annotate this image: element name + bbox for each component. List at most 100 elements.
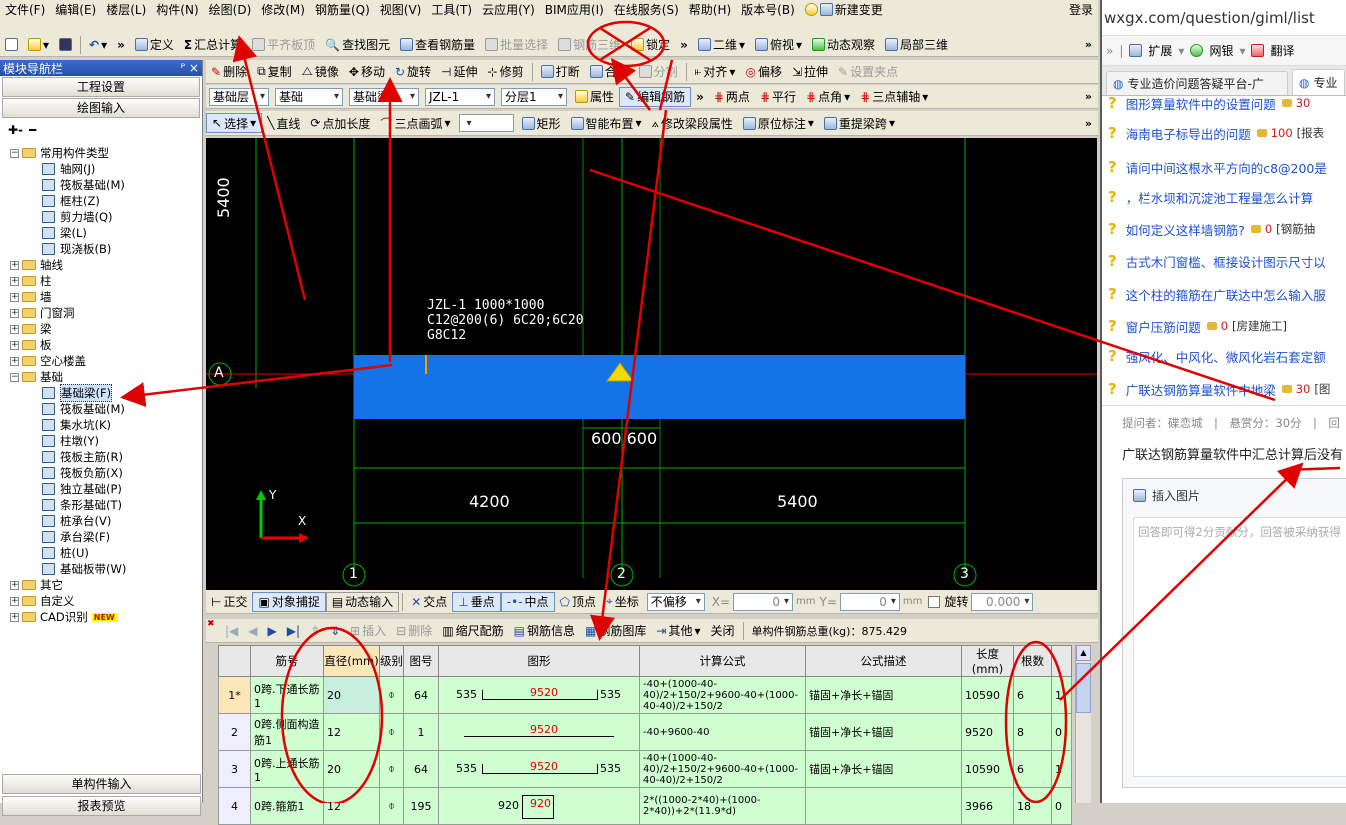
- insert-image-button[interactable]: 插入图片: [1123, 479, 1346, 511]
- count-cell[interactable]: 6: [1013, 676, 1052, 714]
- column-header[interactable]: 级别: [379, 645, 404, 677]
- diameter-cell[interactable]: 20: [323, 676, 380, 714]
- question-title[interactable]: 图形算量软件中的设置问题: [1126, 94, 1276, 113]
- tree-group-0[interactable]: + 轴线: [10, 257, 202, 273]
- question-title[interactable]: 海南电子标导出的问题: [1126, 124, 1251, 143]
- tree-item-foundation-0[interactable]: 基础梁(F): [10, 384, 202, 402]
- offset-button[interactable]: ◎ 偏移: [740, 60, 787, 83]
- grid-vscroll[interactable]: ▲: [1075, 645, 1091, 803]
- overflow-chevron[interactable]: »: [691, 85, 709, 108]
- drawing-canvas[interactable]: 5400 JZL-1 1000*1000 C12@200(6) 6C20;6C2…: [206, 138, 1097, 590]
- extend-button[interactable]: ⊣ 延伸: [436, 60, 482, 83]
- tree-group-common[interactable]: − 常用构件类型: [10, 145, 202, 161]
- intersect-snap[interactable]: ✕ 交点: [406, 590, 452, 613]
- re-extract-span-button[interactable]: 重提梁跨 ▾: [819, 111, 900, 135]
- mid-snap[interactable]: -•- 中点: [500, 591, 555, 612]
- stretch-button[interactable]: ⇲ 拉伸: [787, 60, 833, 83]
- break-button[interactable]: 打断: [536, 60, 585, 83]
- view-2d-dropdown[interactable]: 二维 ▾: [693, 33, 750, 56]
- extra-cell[interactable]: 0: [1051, 787, 1072, 825]
- login-link[interactable]: 登录: [1064, 0, 1098, 18]
- grade-cell[interactable]: ⌽: [379, 676, 404, 714]
- length-cell[interactable]: 9520: [961, 713, 1014, 751]
- question-title[interactable]: 请问中间这根水平方向的c8@200是: [1126, 158, 1327, 177]
- formula-cell[interactable]: -40+(1000-40-40)/2+150/2+9600-40+(1000-4…: [639, 750, 806, 788]
- insert-row-button[interactable]: ⊞ 插入: [345, 619, 391, 642]
- menu-element[interactable]: 构件(N): [151, 0, 203, 18]
- table-row[interactable]: 3 0跨.上通长筋1 20 ⌽ 64 535 9520 535 -40+(1000-40-40)…: [218, 750, 1072, 788]
- scroll-up-icon[interactable]: ▲: [1076, 645, 1091, 661]
- figure-no-cell[interactable]: 195: [403, 787, 439, 825]
- sum-calc-button[interactable]: Σ 汇总计算: [179, 33, 247, 56]
- perp-snap[interactable]: ⊥ 垂点: [452, 591, 501, 612]
- question-item[interactable]: ? 广联达钢筋算量软件中地梁 30 [图: [1108, 378, 1330, 400]
- tree-item-foundation-9[interactable]: 承台梁(F): [10, 529, 202, 545]
- scale-rebar-button[interactable]: ▥ 缩尺配筋: [437, 619, 508, 642]
- question-item[interactable]: ? 请问中间这根水平方向的c8@200是: [1108, 156, 1327, 178]
- first-record-button[interactable]: |◀: [220, 619, 243, 642]
- length-cell[interactable]: 3966: [961, 787, 1014, 825]
- menu-draw[interactable]: 绘图(D): [204, 0, 257, 18]
- tree-group-foundation[interactable]: − 基础: [10, 369, 202, 385]
- ortho-toggle[interactable]: ⊢ 正交: [206, 590, 252, 613]
- toolbar-chevron[interactable]: »: [1079, 117, 1098, 130]
- figure-no-cell[interactable]: 1: [403, 713, 439, 751]
- last-record-button[interactable]: ▶|: [282, 619, 305, 642]
- project-settings-button[interactable]: 工程设置: [2, 77, 200, 97]
- save-button[interactable]: [54, 33, 77, 56]
- table-row[interactable]: 1* 0跨.下通长筋1 20 ⌽ 64 535 9520 535 -40+(1000-40-40…: [218, 676, 1072, 714]
- rebar-name-cell[interactable]: 0跨.下通长筋1: [250, 676, 324, 714]
- tree-item-foundation-6[interactable]: 独立基础(P): [10, 481, 202, 497]
- tree-item-common-3[interactable]: 剪力墙(Q): [10, 209, 202, 225]
- tree-item-foundation-2[interactable]: 集水坑(K): [10, 417, 202, 433]
- question-item[interactable]: ? 这个柱的箍筋在广联达中怎么输入服: [1108, 283, 1326, 305]
- delete-button[interactable]: ✎ 删除: [206, 60, 252, 83]
- type-select[interactable]: 基础: [275, 87, 343, 106]
- lock-button[interactable]: 锁定: [626, 33, 675, 56]
- figure-no-cell[interactable]: 64: [403, 750, 439, 788]
- line-button[interactable]: ╲ 直线: [262, 111, 305, 135]
- undo-button[interactable]: ↶ ▾: [84, 33, 112, 56]
- diameter-cell[interactable]: 20: [323, 750, 380, 788]
- tree-item-common-4[interactable]: 梁(L): [10, 225, 202, 241]
- description-cell[interactable]: 锚固+净长+锚固: [805, 713, 962, 751]
- move-button[interactable]: ✥ 移动: [344, 60, 390, 83]
- rebar-info-button[interactable]: ▤ 钢筋信息: [509, 619, 580, 642]
- expand-icon[interactable]: +: [10, 356, 19, 366]
- define-button[interactable]: 定义: [130, 33, 179, 56]
- new-file-button[interactable]: [0, 33, 23, 56]
- tree-group-4[interactable]: + 梁: [10, 321, 202, 337]
- in-place-label-button[interactable]: 原位标注 ▾: [738, 111, 819, 135]
- toolbar-chevron[interactable]: »: [1079, 90, 1098, 103]
- y-input[interactable]: 0: [839, 592, 900, 611]
- column-header[interactable]: 图号: [403, 645, 439, 677]
- modify-seg-prop-button[interactable]: ⟑ 修改梁段属性: [647, 111, 738, 135]
- answer-textarea[interactable]: 回答即可得2分贡献分，回答被采纳获得: [1133, 517, 1346, 777]
- smart-layout-button[interactable]: 智能布置 ▾: [566, 111, 647, 135]
- find-elem-button[interactable]: 🔍 查找图元: [320, 33, 395, 56]
- tree-item-common-1[interactable]: 筏板基础(M): [10, 177, 202, 193]
- row-number[interactable]: 2: [218, 713, 251, 751]
- expand-icon[interactable]: +: [10, 580, 19, 590]
- column-header[interactable]: 长度(mm): [961, 645, 1014, 677]
- question-title[interactable]: 这个柱的箍筋在广联达中怎么输入服: [1126, 285, 1326, 304]
- panel-pin-close[interactable]: ᴾ ×: [181, 61, 199, 75]
- table-row[interactable]: 2 0跨.侧面构造筋1 12 ⌽ 1 9520 -40+9600-40 锚固+净长+锚固 952…: [218, 713, 1072, 751]
- mirror-button[interactable]: ⧍ 镜像: [297, 60, 344, 83]
- row-number[interactable]: 1*: [218, 676, 251, 714]
- tree-item-common-0[interactable]: 轴网(J): [10, 161, 202, 177]
- delete-row-button[interactable]: ⊟ 删除: [391, 619, 437, 642]
- menu-rebar-qty[interactable]: 钢筋量(Q): [310, 0, 375, 18]
- address-bar[interactable]: wxgx.com/question/giml/list: [1102, 0, 1346, 36]
- column-header[interactable]: [218, 645, 251, 677]
- question-item[interactable]: ? 强风化、中风化、微风化岩石套定额: [1108, 345, 1326, 367]
- element-select[interactable]: 基础梁: [349, 87, 419, 106]
- tree-item-foundation-11[interactable]: 基础板带(W): [10, 561, 202, 577]
- question-item[interactable]: ? 古式木门窗槛、框接设计图示尺寸以: [1108, 250, 1326, 272]
- question-item[interactable]: ? ，栏水坝和沉淀池工程量怎么计算: [1108, 186, 1313, 208]
- menu-floor[interactable]: 楼层(L): [101, 0, 151, 18]
- move-up-button[interactable]: ⇑: [305, 619, 325, 642]
- tree-item-common-5[interactable]: 现浇板(B): [10, 241, 202, 257]
- select-button[interactable]: ↖ 选择 ▾: [206, 113, 263, 133]
- menu-online[interactable]: 在线服务(S): [609, 0, 684, 18]
